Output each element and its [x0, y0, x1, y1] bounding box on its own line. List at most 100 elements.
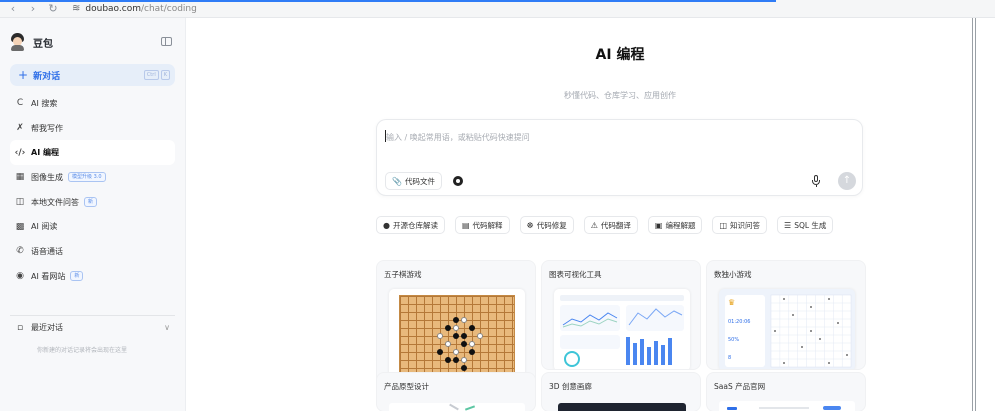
chip-knowledge-qa[interactable]: ◫ 知识问答	[712, 216, 768, 234]
shortcut-key-k: K	[160, 70, 170, 80]
window-scrollbar[interactable]	[972, 18, 995, 411]
back-icon[interactable]: ‹	[6, 2, 20, 15]
sidebar-item-image-gen[interactable]: ▦ 图像生成 模型升级 3.0	[10, 165, 175, 190]
chip-repo-explain[interactable]: ● 开源仓库解读	[376, 216, 445, 234]
chip-label: 代码翻译	[600, 220, 631, 230]
card-chart-tool[interactable]: 图表可视化工具	[541, 260, 701, 370]
github-icon	[453, 176, 463, 186]
sidebar-item-label: 帮我写作	[31, 123, 63, 133]
recent-chats-toggle[interactable]: ▫ 最近对话 ∨	[14, 322, 174, 333]
browser-toolbar: ‹ › ↻ ≋ doubao.com/chat/coding	[0, 0, 995, 18]
page-title: AI 编程	[595, 47, 645, 63]
image-icon: ▦	[15, 172, 25, 183]
github-button[interactable]	[449, 172, 467, 190]
card-title: 3D 创意画廊	[549, 382, 592, 391]
chip-code-fix[interactable]: ☸ 代码修复	[519, 216, 574, 234]
github-icon: ●	[383, 220, 390, 230]
sudoku-thumbnail: ♛ 01:20:06 50% 8	[719, 289, 855, 369]
recent-chats-label: 最近对话	[31, 323, 63, 332]
card-title: 五子棋游戏	[384, 270, 422, 279]
translate-icon: ⚠	[590, 220, 598, 230]
globe-icon: ◉	[16, 271, 24, 282]
paperclip-icon: 📎	[392, 176, 402, 186]
arrow-up-icon: ↑	[842, 175, 852, 186]
reload-icon[interactable]: ↻	[46, 2, 60, 15]
new-chat-label: 新对话	[33, 71, 61, 82]
page-load-progress	[0, 0, 776, 2]
shortcut-key-ctrl: Ctrl	[143, 70, 159, 80]
new-chat-button[interactable]: + 新对话 Ctrl K	[10, 64, 175, 86]
new-badge: 新	[84, 197, 98, 208]
sidebar-item-label: AI 阅读	[31, 222, 58, 232]
site-settings-icon[interactable]: ≋	[72, 3, 80, 14]
window-icon: ▣	[654, 220, 663, 230]
chat-input-placeholder: 输入 / 唤起常用语，或粘贴代码快速提问	[386, 133, 530, 142]
forward-icon[interactable]: ›	[26, 2, 40, 15]
gomoku-board	[399, 295, 515, 377]
sidebar-divider	[10, 315, 175, 316]
sidebar-item-ai-search[interactable]: С AI 搜索	[10, 91, 175, 116]
saas-thumbnail	[719, 401, 855, 411]
chip-label: 代码修复	[536, 220, 567, 230]
notebook-icon: ◫	[719, 220, 728, 230]
card-title: SaaS 产品官网	[714, 382, 766, 391]
sidebar-item-ai-coding[interactable]: ‹/› AI 编程	[10, 140, 175, 166]
new-chat-shortcut: Ctrl K	[143, 70, 170, 80]
sidebar-item-label: AI 看网站	[31, 271, 66, 281]
sidebar-item-ai-reading[interactable]: ▩ AI 阅读	[10, 214, 175, 239]
new-badge: 新	[70, 271, 84, 282]
bug-icon: ☸	[526, 220, 534, 230]
chip-label: SQL 生成	[794, 220, 827, 230]
chip-code-explain[interactable]: ▤ 代码解释	[454, 216, 510, 234]
recent-chats-hint: 你新建的对话记录将会出现在这里	[37, 347, 128, 354]
code-icon: ‹/›	[14, 147, 26, 158]
gallery-thumbnail	[558, 403, 686, 411]
pen-icon: ✗	[16, 123, 24, 134]
sidebar-item-label: 本地文件问答	[31, 197, 79, 207]
card-title: 产品原型设计	[384, 382, 429, 391]
chip-sql-gen[interactable]: ☰ SQL 生成	[777, 216, 834, 234]
sudoku-grid	[770, 294, 852, 368]
file-icon: ◫	[15, 197, 25, 208]
card-saas-site[interactable]: SaaS 产品官网	[706, 372, 866, 411]
send-button[interactable]: ↑	[838, 172, 856, 190]
chip-label: 知识问答	[730, 220, 761, 230]
url-host: doubao.com	[85, 3, 141, 14]
search-icon: С	[16, 98, 24, 109]
chart-tool-thumbnail	[554, 289, 690, 369]
sidebar-item-label: 语音通话	[31, 246, 63, 256]
chip-label: 编程解题	[665, 220, 696, 230]
chat-input-box[interactable]: 输入 / 唤起常用语，或粘贴代码快速提问 📎 代码文件 ↑	[376, 119, 863, 196]
card-title: 图表可视化工具	[549, 270, 602, 279]
page-subtitle: 秒懂代码、仓库学习、应用创作	[564, 91, 676, 100]
code-file-label: 代码文件	[404, 176, 435, 186]
url-path: /chat/coding	[140, 3, 197, 14]
model-upgrade-badge: 模型升级 3.0	[68, 172, 106, 183]
sidebar-item-voice-call[interactable]: ✆ 语音通话	[10, 239, 175, 264]
sidebar: 豆包 + 新对话 Ctrl K С AI 搜索 ✗ 帮我写作 ‹/› AI 编程…	[0, 18, 186, 411]
card-sudoku[interactable]: 数独小游戏 ♛ 01:20:06 50% 8	[706, 260, 866, 370]
gomoku-thumbnail	[389, 289, 525, 377]
chevron-down-icon: ∨	[164, 323, 170, 332]
chip-label: 开源仓库解读	[392, 220, 438, 230]
card-product-prototype[interactable]: 产品原型设计	[376, 372, 536, 411]
book-icon: ▩	[15, 221, 25, 232]
card-3d-gallery[interactable]: 3D 创意画廊	[541, 372, 701, 411]
database-icon: ☰	[784, 220, 792, 230]
sidebar-item-ai-website[interactable]: ◉ AI 看网站 新	[10, 264, 175, 289]
chip-code-translate[interactable]: ⚠ 代码翻译	[583, 216, 638, 234]
address-bar[interactable]: ≋ doubao.com/chat/coding	[72, 3, 197, 14]
phone-icon: ✆	[16, 246, 24, 257]
code-file-button[interactable]: 📎 代码文件	[385, 172, 442, 190]
plus-icon: +	[18, 68, 29, 82]
quick-action-chips: ● 开源仓库解读 ▤ 代码解释 ☸ 代码修复 ⚠ 代码翻译 ▣ 编程解题 ◫ 知识问答 ☰ S…	[376, 216, 834, 234]
sidebar-item-label: AI 搜索	[31, 98, 58, 108]
prototype-thumbnail	[389, 403, 525, 411]
dashboard-preview	[560, 295, 684, 367]
chat-bubble-icon: ▫	[16, 322, 24, 333]
sidebar-item-local-file-qa[interactable]: ◫ 本地文件问答 新	[10, 190, 175, 215]
chip-problem-solving[interactable]: ▣ 编程解题	[647, 216, 703, 234]
chip-label: 代码解释	[472, 220, 503, 230]
microphone-icon[interactable]	[811, 174, 821, 188]
sidebar-item-writing[interactable]: ✗ 帮我写作	[10, 116, 175, 141]
